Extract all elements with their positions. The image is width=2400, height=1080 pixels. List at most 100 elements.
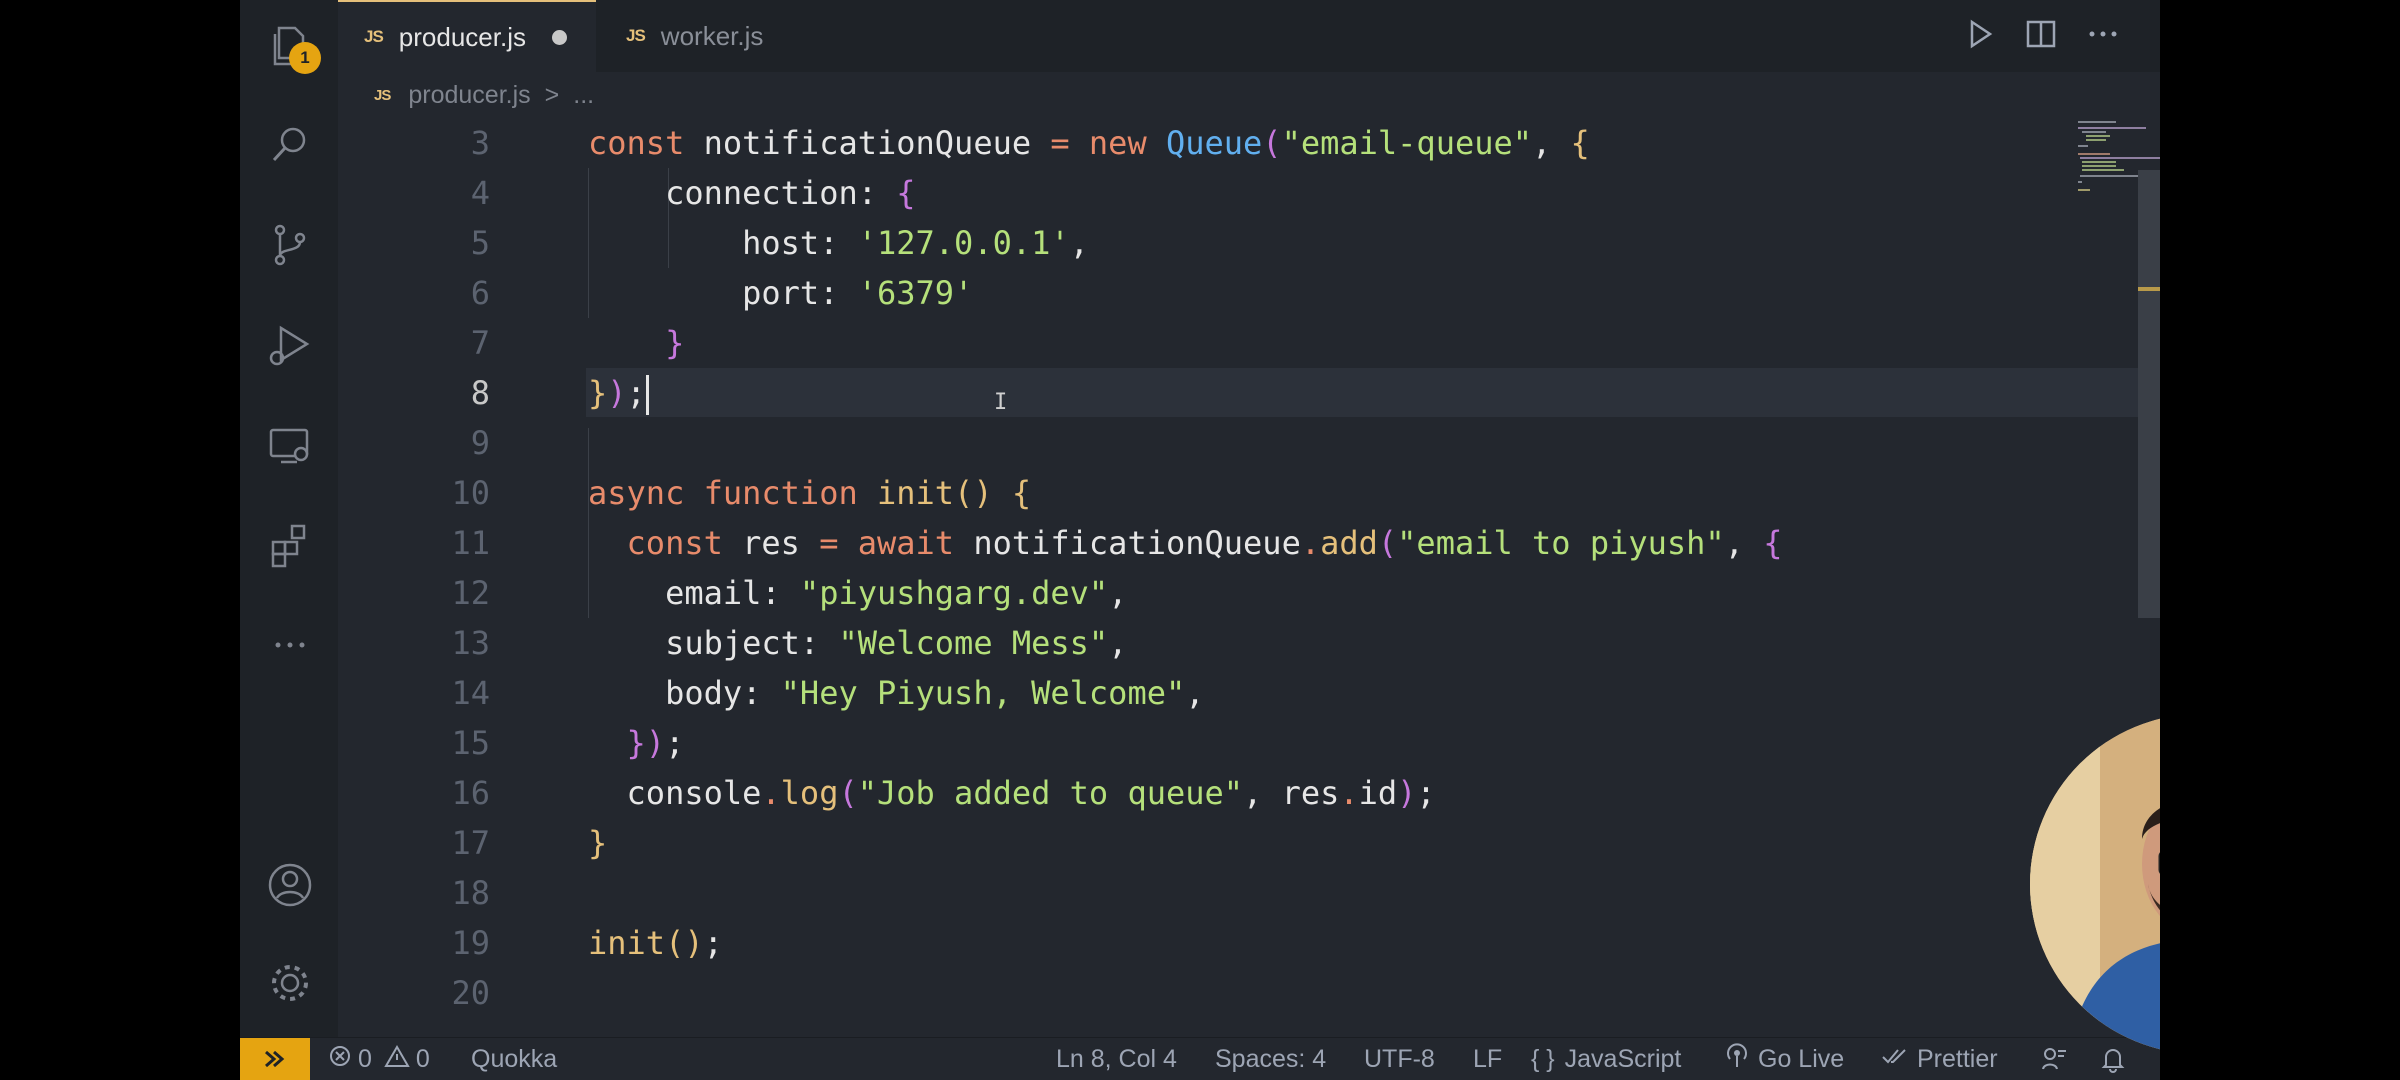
code-text: console.log("Job added to queue", res.id…: [626, 774, 1436, 812]
code-line[interactable]: 19 init();: [338, 918, 2160, 968]
code-text: async function init() {: [588, 474, 1032, 512]
code-line[interactable]: 6 port: '6379': [338, 268, 2160, 318]
more-icon[interactable]: [265, 620, 315, 670]
go-live-button[interactable]: Go Live: [1726, 1038, 1844, 1080]
line-number: 15: [451, 724, 490, 762]
settings-gear-icon[interactable]: [265, 958, 315, 1008]
notifications-bell-icon[interactable]: [2100, 1038, 2126, 1080]
code-editor[interactable]: 3 const notificationQueue = new Queue("em…: [338, 118, 2160, 1038]
line-number: 5: [470, 224, 490, 262]
code-text: const notificationQueue = new Queue("ema…: [588, 124, 1590, 162]
warning-icon: [384, 1044, 410, 1075]
line-number: 6: [470, 274, 490, 312]
code-line[interactable]: 20: [338, 968, 2160, 1018]
vertical-scrollbar[interactable]: [2138, 170, 2160, 618]
line-number: 19: [451, 924, 490, 962]
js-file-icon: JS: [374, 86, 391, 104]
code-text: }: [588, 824, 608, 862]
more-actions-icon[interactable]: [2086, 16, 2120, 52]
line-number: 13: [451, 624, 490, 662]
code-text: port: '6379': [742, 274, 974, 312]
code-line[interactable]: 14 body: "Hey Piyush, Welcome",: [338, 668, 2160, 718]
source-control-icon[interactable]: [265, 220, 315, 270]
code-line[interactable]: 18: [338, 868, 2160, 918]
error-count: 0: [358, 1044, 372, 1073]
extensions-icon[interactable]: [265, 520, 315, 570]
breadcrumb-separator: >: [544, 80, 560, 109]
js-file-icon: JS: [364, 27, 384, 46]
status-bar: 0 0 Quokka Ln 8, Col 4 Spaces: 4 UTF-8 L…: [240, 1037, 2160, 1080]
split-editor-icon[interactable]: [2024, 16, 2058, 52]
scroll-position-marker: [2138, 287, 2160, 291]
warning-count: 0: [415, 1044, 430, 1073]
remote-indicator-icon[interactable]: [240, 1038, 310, 1080]
code-line[interactable]: 5 host: '127.0.0.1',: [338, 218, 2160, 268]
code-text: body: "Hey Piyush, Welcome",: [665, 674, 1205, 712]
code-line[interactable]: 15 });: [338, 718, 2160, 768]
line-number: 12: [451, 574, 490, 612]
tab-producer-js[interactable]: JS producer.js: [338, 0, 596, 72]
unsaved-dot-icon[interactable]: [551, 29, 567, 45]
code-text: });: [588, 368, 649, 418]
code-text: });: [626, 724, 685, 762]
activity-bar: 1: [240, 0, 338, 1038]
line-number: 11: [451, 524, 490, 562]
code-line[interactable]: 13 subject: "Welcome Mess",: [338, 618, 2160, 668]
code-line-current[interactable]: 8});: [338, 368, 2160, 418]
breadcrumb: JS producer.js > ...: [338, 72, 2160, 118]
line-number: 17: [451, 824, 490, 862]
line-number: 3: [470, 124, 490, 162]
run-icon[interactable]: [1964, 16, 1996, 52]
code-line[interactable]: 4 connection: {: [338, 168, 2160, 218]
indentation-spaces[interactable]: Spaces: 4: [1215, 1038, 1326, 1080]
quokka-status[interactable]: Quokka: [471, 1038, 557, 1080]
breadcrumb-file[interactable]: producer.js: [408, 81, 530, 110]
code-text: host: '127.0.0.1',: [742, 224, 1089, 262]
search-icon[interactable]: [265, 120, 315, 170]
prettier-label: Prettier: [1917, 1044, 1998, 1073]
code-line[interactable]: 7 }: [338, 318, 2160, 368]
go-live-label: Go Live: [1758, 1044, 1845, 1073]
feedback-icon[interactable]: [2040, 1038, 2068, 1080]
cursor-position[interactable]: Ln 8, Col 4: [1056, 1038, 1177, 1080]
line-number: 18: [451, 874, 490, 912]
file-encoding[interactable]: UTF-8: [1364, 1038, 1435, 1080]
line-number: 16: [451, 774, 490, 812]
tab-worker-js[interactable]: JS worker.js: [596, 0, 796, 72]
code-line[interactable]: 9: [338, 418, 2160, 468]
code-text: email: "piyushgarg.dev",: [665, 574, 1128, 612]
tab-label: worker.js: [660, 20, 764, 51]
code-line[interactable]: 16 console.log("Job added to queue", res…: [338, 768, 2160, 818]
language-mode[interactable]: { } JavaScript: [1531, 1038, 1681, 1080]
code-line[interactable]: 12 email: "piyushgarg.dev",: [338, 568, 2160, 618]
code-text: }: [665, 324, 685, 362]
code-line[interactable]: 17}: [338, 818, 2160, 868]
explorer-badge: 1: [289, 42, 321, 74]
code-line[interactable]: 11 const res = await notificationQueue.a…: [338, 518, 2160, 568]
prettier-status[interactable]: Prettier: [1881, 1038, 1998, 1080]
code-line[interactable]: 10 async function init() {: [338, 468, 2160, 518]
run-debug-icon[interactable]: [265, 320, 315, 370]
js-file-icon: JS: [626, 26, 646, 45]
breadcrumb-symbol[interactable]: ...: [573, 81, 594, 110]
account-icon[interactable]: [265, 860, 315, 910]
language-label: JavaScript: [1564, 1044, 1682, 1073]
ibeam-cursor-icon: I: [994, 390, 1008, 415]
code-line[interactable]: 3 const notificationQueue = new Queue("em…: [338, 118, 2160, 168]
remote-explorer-icon[interactable]: [265, 420, 315, 470]
code-text: connection: {: [665, 174, 916, 212]
line-number: 4: [470, 174, 490, 212]
broadcast-icon: [1726, 1042, 1748, 1076]
code-text: init();: [588, 924, 723, 962]
double-check-icon: [1881, 1045, 1909, 1074]
tab-bar: JS producer.js JS worker.js: [338, 0, 2160, 72]
files-icon[interactable]: 1: [265, 22, 321, 74]
end-of-line[interactable]: LF: [1473, 1038, 1502, 1080]
vscode-window: 1 JS producer.js JS worker.js JS produce…: [240, 0, 2160, 1080]
error-icon: [328, 1044, 352, 1075]
line-number: 10: [451, 474, 490, 512]
code-text: const res = await notificationQueue.add(…: [626, 524, 1783, 562]
line-number: 7: [470, 324, 490, 362]
problems-indicator[interactable]: 0 0: [328, 1038, 430, 1080]
line-number: 8: [470, 374, 490, 412]
